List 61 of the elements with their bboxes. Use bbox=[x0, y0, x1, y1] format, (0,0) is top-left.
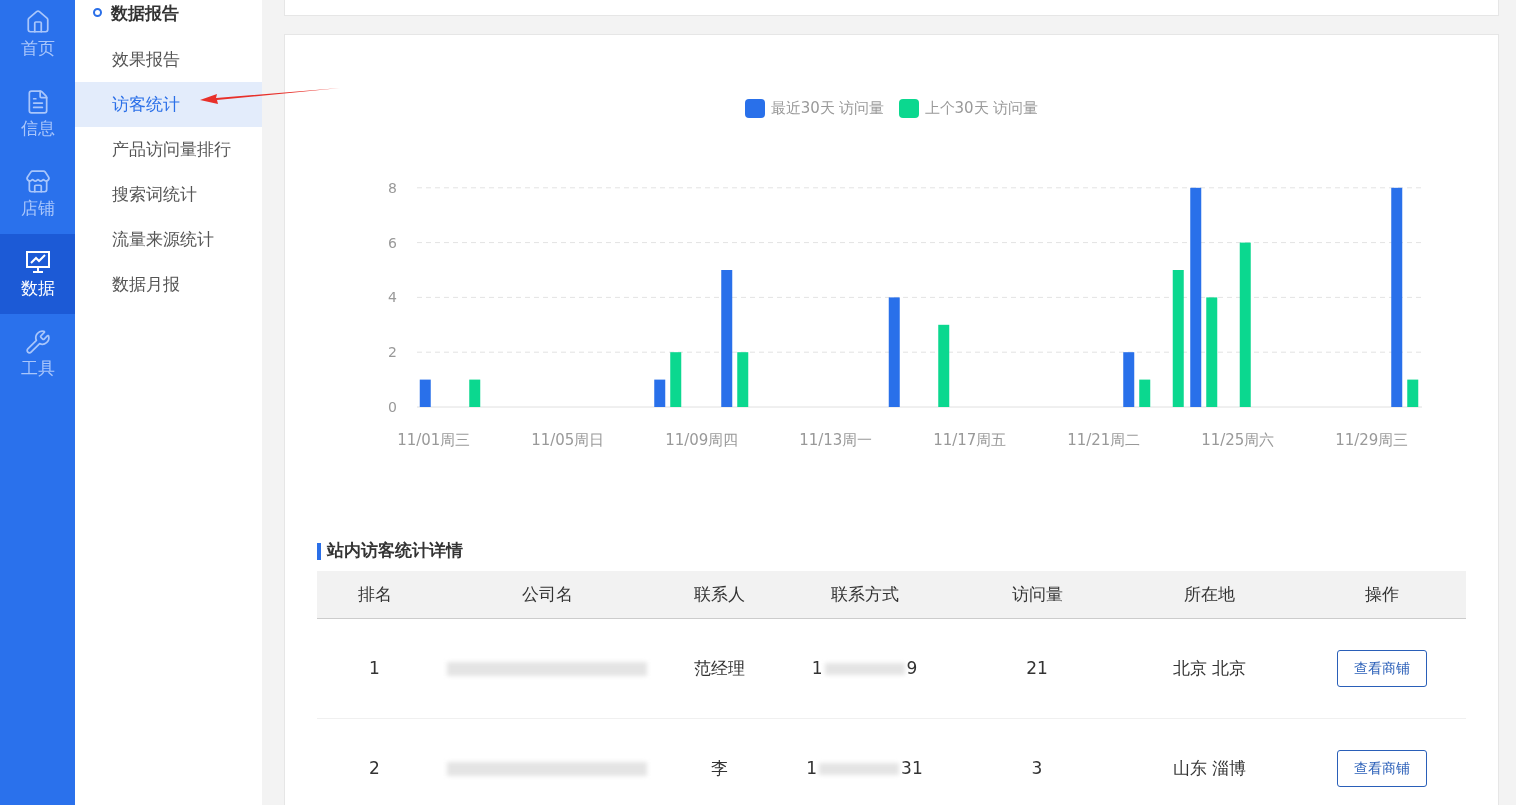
section-title: 站内访客统计详情 bbox=[327, 539, 463, 563]
nav-rail-item[interactable]: 数据 bbox=[0, 234, 75, 314]
y-tick-label: 2 bbox=[388, 344, 397, 361]
home-icon bbox=[24, 9, 51, 35]
table-cell-text: 21 bbox=[1026, 656, 1048, 680]
table-cell-text: 北京 北京 bbox=[1172, 656, 1247, 680]
column-header: 联系方式 bbox=[830, 582, 899, 606]
y-tick-label: 6 bbox=[388, 234, 397, 251]
store-icon bbox=[24, 169, 51, 195]
submenu-item[interactable]: 数据月报 bbox=[75, 262, 262, 307]
submenu-item[interactable]: 搜索词统计 bbox=[75, 172, 262, 217]
bar bbox=[670, 352, 682, 407]
column-header: 访问量 bbox=[1011, 582, 1063, 606]
legend-swatch bbox=[898, 98, 919, 118]
legend-label: 最近30天 访问量 bbox=[770, 97, 885, 119]
view-store-button[interactable]: 查看商铺 bbox=[1336, 650, 1427, 687]
submenu-item[interactable]: 流量来源统计 bbox=[75, 217, 262, 262]
bar bbox=[737, 352, 749, 407]
x-tick-label: 11/01周三 bbox=[397, 431, 471, 449]
bar bbox=[419, 379, 431, 407]
column-header: 排名 bbox=[357, 582, 392, 606]
y-tick-label: 4 bbox=[388, 289, 397, 306]
table-cell-text: 范经理 bbox=[694, 656, 745, 680]
x-tick-label: 11/29周三 bbox=[1335, 431, 1409, 449]
table-cell-text: 2 bbox=[369, 756, 380, 780]
bar bbox=[1123, 352, 1135, 407]
view-store-button[interactable]: 查看商铺 bbox=[1336, 750, 1427, 787]
submenu-item[interactable]: 产品访问量排行 bbox=[75, 127, 262, 172]
column-header: 联系人 bbox=[694, 582, 745, 606]
y-tick-label: 8 bbox=[388, 179, 397, 196]
submenu-heading: 数据报告 bbox=[111, 2, 179, 25]
submenu-item[interactable]: 访客统计 bbox=[75, 82, 262, 127]
table-cell-text: 31 bbox=[901, 756, 923, 780]
title-accent bbox=[317, 542, 321, 560]
table-cell-text: 山东 淄博 bbox=[1172, 756, 1247, 780]
bar bbox=[654, 379, 666, 407]
table-cell-text: 1 bbox=[806, 756, 818, 780]
table-cell-text: 李 bbox=[711, 756, 728, 780]
table-cell-text: 1 bbox=[369, 656, 380, 680]
y-tick-label: 0 bbox=[388, 399, 397, 415]
x-tick-label: 11/09周四 bbox=[665, 431, 739, 449]
column-header: 公司名 bbox=[521, 582, 573, 606]
bullet-icon bbox=[93, 7, 102, 17]
legend-label: 上个30天 访问量 bbox=[924, 97, 1039, 119]
table-cell-text: 3 bbox=[1031, 756, 1043, 780]
bar bbox=[469, 379, 481, 407]
x-tick-label: 11/13周一 bbox=[799, 431, 873, 449]
submenu-item[interactable]: 效果报告 bbox=[75, 37, 262, 82]
x-tick-label: 11/17周五 bbox=[933, 431, 1007, 449]
bar bbox=[1139, 379, 1151, 407]
table-cell-text: 1 bbox=[811, 656, 823, 680]
x-tick-label: 11/25周六 bbox=[1201, 431, 1275, 449]
wrench-icon bbox=[24, 329, 51, 355]
column-header: 操作 bbox=[1364, 582, 1399, 606]
bar bbox=[1407, 379, 1419, 407]
column-header: 所在地 bbox=[1184, 582, 1235, 606]
x-tick-label: 11/21周二 bbox=[1067, 431, 1141, 449]
legend-swatch bbox=[744, 98, 765, 118]
table-cell-text: 9 bbox=[906, 656, 918, 680]
monitor-chart-icon bbox=[24, 249, 51, 275]
x-tick-label: 11/05周日 bbox=[531, 431, 605, 449]
